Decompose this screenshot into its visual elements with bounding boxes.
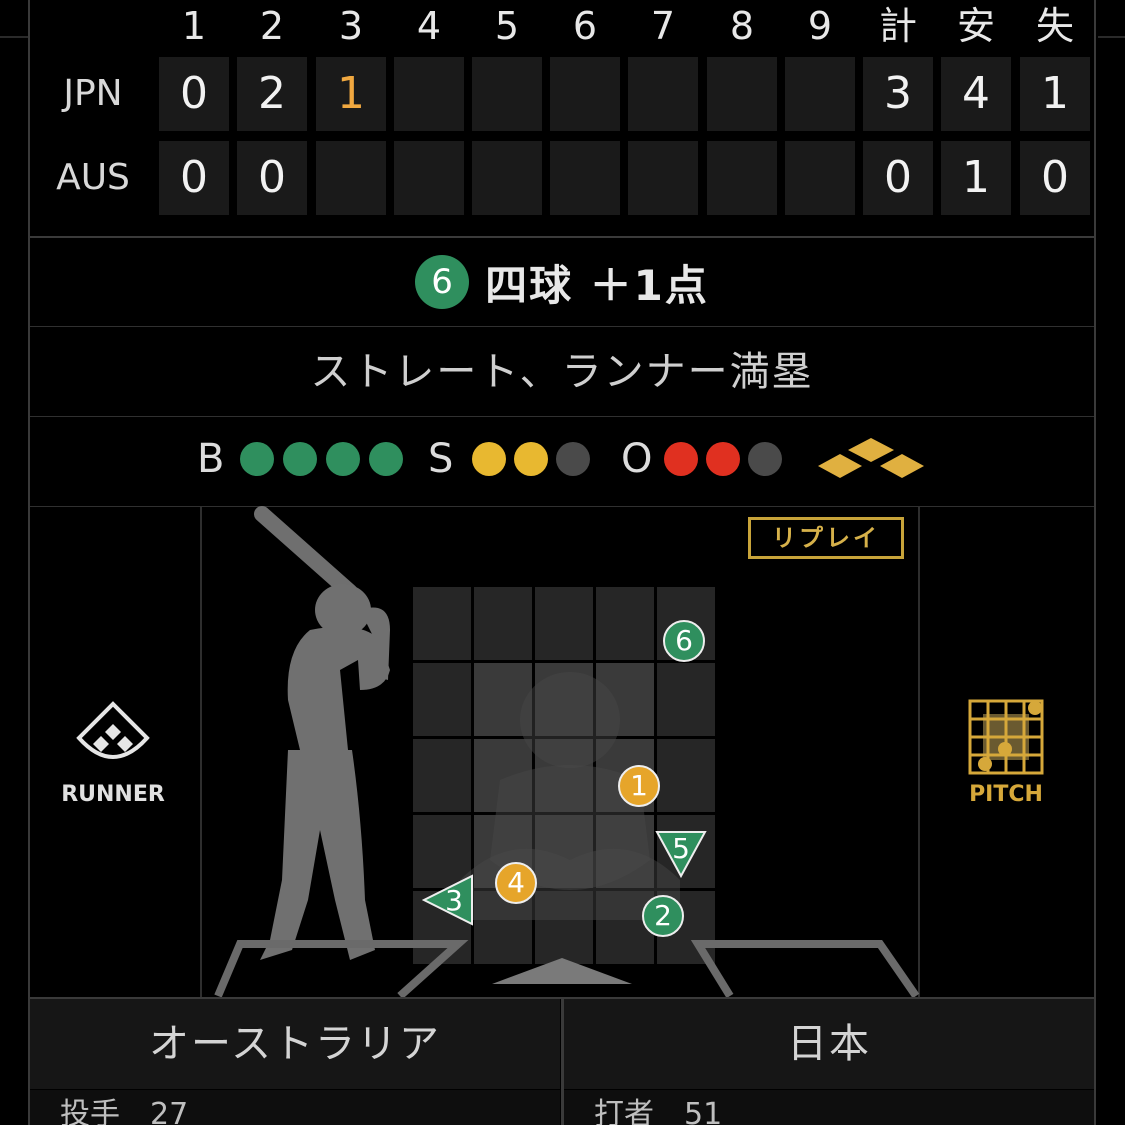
ball-indicator — [326, 442, 360, 476]
inning-score — [785, 57, 855, 131]
inning-score — [394, 57, 464, 131]
inning-score — [394, 141, 464, 215]
home-plate-area — [214, 940, 920, 998]
runner-label: RUNNER — [61, 782, 165, 807]
inning-score — [628, 57, 698, 131]
zone-cell — [535, 587, 593, 660]
team-name: JPN — [63, 73, 123, 114]
pitch-marker[interactable]: 3 — [422, 874, 474, 926]
inning-header: 1 — [181, 4, 207, 48]
inning-score — [628, 141, 698, 215]
side-divider — [0, 36, 28, 38]
zone-cell — [413, 587, 471, 660]
out-indicator — [664, 442, 698, 476]
outs-label: O — [621, 436, 653, 482]
pitch-marker[interactable]: 1 — [618, 765, 660, 807]
bases-diamond-icon — [818, 438, 924, 478]
side-divider — [1098, 36, 1125, 38]
inning-header: 2 — [259, 4, 285, 48]
pitcher-info: 投手 27 — [30, 1090, 560, 1125]
batter-info: 打者 51 — [564, 1090, 1094, 1125]
inning-header: 5 — [494, 4, 520, 48]
play-result-text: 四球 ＋1点 — [485, 260, 709, 310]
inning-header: 失 — [1035, 4, 1074, 48]
strike-indicator — [472, 442, 506, 476]
inning-header: 7 — [650, 4, 676, 48]
ball-indicator — [240, 442, 274, 476]
inning-score — [316, 141, 386, 215]
pitch-marker-label: 5 — [672, 832, 690, 865]
inning-score: 0 — [237, 141, 307, 215]
strike-indicator — [556, 442, 590, 476]
pitch-grid-icon — [968, 699, 1044, 775]
runner-button[interactable]: RUNNER — [58, 700, 168, 807]
pitch-marker[interactable]: 2 — [642, 895, 684, 937]
strikes-label: S — [428, 436, 454, 482]
replay-button[interactable]: リプレイ — [748, 517, 904, 559]
inning-score: 0 — [159, 141, 229, 215]
pitch-description: ストレート、ランナー満塁 — [310, 349, 814, 395]
diamond-field-icon — [76, 701, 150, 759]
total-score: 1 — [941, 141, 1011, 215]
pitch-marker[interactable]: 5 — [655, 830, 707, 882]
inning-score: 2 — [237, 57, 307, 131]
batter-silhouette — [254, 506, 390, 960]
divider — [30, 326, 1094, 327]
total-score: 0 — [1020, 141, 1090, 215]
strike-indicator — [514, 442, 548, 476]
inning-header: 4 — [416, 4, 442, 48]
inning-score — [707, 57, 777, 131]
pitch-marker[interactable]: 6 — [663, 620, 705, 662]
zone-cell — [474, 587, 532, 660]
inning-score — [472, 57, 542, 131]
inning-score — [550, 57, 620, 131]
total-score: 3 — [863, 57, 933, 131]
total-score: 1 — [1020, 57, 1090, 131]
tab-batter-team[interactable]: 日本 — [564, 999, 1094, 1089]
play-result: 6 四球 ＋1点 — [30, 238, 1094, 326]
inning-score: 0 — [159, 57, 229, 131]
inning-header: 計 — [878, 4, 917, 48]
inning-header: 安 — [956, 4, 995, 48]
total-score: 0 — [863, 141, 933, 215]
inning-header: 3 — [338, 4, 364, 48]
inning-score — [785, 141, 855, 215]
balls-label: B — [197, 436, 225, 482]
inning-header: 6 — [572, 4, 598, 48]
out-indicator — [706, 442, 740, 476]
divider — [30, 416, 1094, 417]
pitch-number-badge: 6 — [415, 255, 470, 309]
pitch-label: PITCH — [969, 782, 1043, 807]
inning-score — [707, 141, 777, 215]
inning-header: 8 — [729, 4, 755, 48]
pitch-marker[interactable]: 4 — [495, 862, 537, 904]
inning-header: 9 — [807, 4, 833, 48]
zone-cell — [596, 587, 654, 660]
out-indicator — [748, 442, 782, 476]
total-score: 4 — [941, 57, 1011, 131]
tab-pitcher-team[interactable]: オーストラリア — [30, 999, 560, 1089]
inning-score — [550, 141, 620, 215]
pitch-button[interactable]: PITCH — [954, 698, 1058, 807]
team-name: AUS — [56, 157, 130, 198]
ball-indicator — [283, 442, 317, 476]
ball-indicator — [369, 442, 403, 476]
inning-score — [472, 141, 542, 215]
inning-score: 1 — [316, 57, 386, 131]
pitch-marker-label: 3 — [445, 884, 463, 917]
